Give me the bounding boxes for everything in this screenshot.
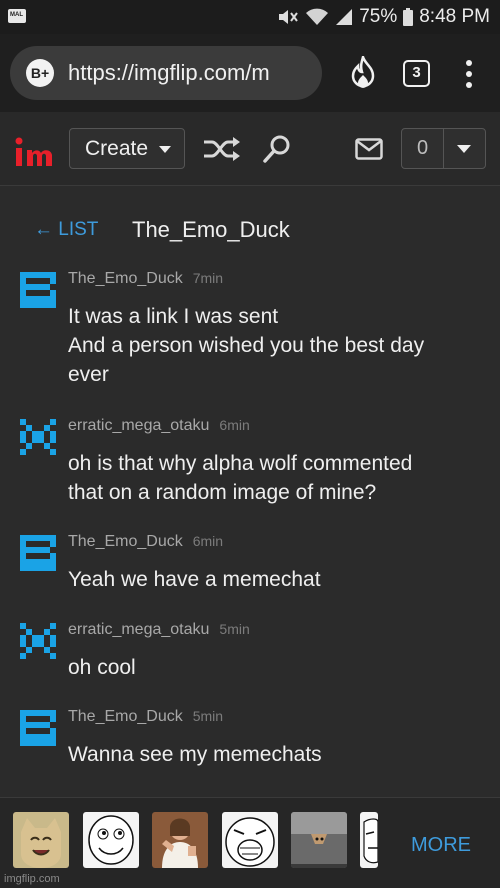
username[interactable]: The_Emo_Duck xyxy=(68,270,183,287)
message-text: oh is that why alpha wolf commented that… xyxy=(68,449,488,507)
happy-cat-thumb[interactable] xyxy=(13,812,69,868)
ceiling-cat-thumb[interactable] xyxy=(291,812,347,868)
signal-icon xyxy=(335,8,353,26)
timestamp: 7min xyxy=(192,270,224,286)
message-header: The_Emo_Duck 6min xyxy=(68,533,223,551)
username[interactable]: erratic_mega_otaku xyxy=(68,417,209,434)
message-header: erratic_mega_otaku 5min xyxy=(68,621,250,639)
imgflip-watermark: imgflip.com xyxy=(4,873,60,885)
imgflip-logo[interactable] xyxy=(14,136,54,168)
battery-percent: 75% xyxy=(359,6,398,27)
status-bar: MAL 75% 8:48 PM xyxy=(0,0,500,34)
message-line: And a person wished you the best day xyxy=(68,334,425,357)
notifications-dropdown[interactable]: 0 xyxy=(401,128,486,169)
message-line: oh is that why alpha wolf commented xyxy=(68,452,413,475)
message-header: The_Emo_Duck 7min xyxy=(68,270,223,288)
browser-toolbar: B+ https://imgflip.com/m 3 xyxy=(0,34,500,112)
timestamp: 6min xyxy=(192,533,224,549)
troll-face-thumb[interactable] xyxy=(360,812,378,868)
app-badge-text: MAL xyxy=(10,12,23,18)
mail-icon[interactable] xyxy=(355,138,383,160)
rage-face-thumb[interactable] xyxy=(83,812,139,868)
wifi-icon xyxy=(305,8,329,26)
message-text: Wanna see my memechats xyxy=(68,740,488,769)
buddy-christ-thumb[interactable] xyxy=(152,812,208,868)
avatar[interactable] xyxy=(20,623,56,659)
timestamp: 5min xyxy=(192,708,224,724)
create-dropdown-button[interactable]: Create xyxy=(69,128,185,169)
username[interactable]: The_Emo_Duck xyxy=(68,708,183,725)
chat-header: ← LIST The_Emo_Duck xyxy=(0,187,500,247)
shuffle-icon[interactable] xyxy=(203,136,241,162)
username[interactable]: erratic_mega_otaku xyxy=(68,621,209,638)
url-text[interactable]: https://imgflip.com/m xyxy=(68,60,270,86)
fire-icon[interactable] xyxy=(348,52,378,90)
message-line: oh cool xyxy=(68,656,136,679)
message-header: erratic_mega_otaku 6min xyxy=(68,417,250,435)
timestamp: 5min xyxy=(219,621,250,637)
caret-down-icon xyxy=(159,146,171,153)
username[interactable]: The_Emo_Duck xyxy=(68,533,183,550)
create-label: Create xyxy=(85,137,149,160)
url-bar[interactable]: B+ https://imgflip.com/m xyxy=(10,46,322,100)
tabs-icon[interactable]: 3 xyxy=(403,60,430,87)
avatar[interactable] xyxy=(20,419,56,455)
lol-face-thumb[interactable] xyxy=(222,812,278,868)
message-line: Yeah we have a memechat xyxy=(68,568,321,591)
app-notification-icon: MAL xyxy=(8,9,26,23)
browser-badge-icon[interactable]: B+ xyxy=(26,59,54,87)
more-memes-link[interactable]: MORE xyxy=(411,834,471,857)
search-icon[interactable] xyxy=(262,134,292,164)
message-header: The_Emo_Duck 5min xyxy=(68,708,223,726)
message-line: that on a random image of mine? xyxy=(68,481,377,504)
timestamp: 6min xyxy=(219,417,250,433)
avatar[interactable] xyxy=(20,710,56,746)
site-header: Create 0 xyxy=(0,112,500,186)
clock: 8:48 PM xyxy=(419,6,490,27)
message-line: ever xyxy=(68,363,109,386)
mute-icon xyxy=(277,8,299,26)
message-line: Wanna see my memechats xyxy=(68,743,322,766)
kebab-menu-icon[interactable] xyxy=(462,59,476,89)
chevron-down-icon[interactable] xyxy=(457,145,471,153)
avatar[interactable] xyxy=(20,535,56,571)
battery-icon xyxy=(403,8,414,26)
chat-title: The_Emo_Duck xyxy=(132,217,290,242)
message-line: It was a link I was sent xyxy=(68,305,279,328)
message-text: Yeah we have a memechat xyxy=(68,565,488,594)
notification-count[interactable]: 0 xyxy=(402,129,444,168)
message-text: It was a link I was sent And a person wi… xyxy=(68,302,488,389)
back-to-list-link[interactable]: ← LIST xyxy=(34,219,98,241)
message-text: oh cool xyxy=(68,653,488,682)
meme-template-strip: MORE imgflip.com xyxy=(0,797,500,888)
status-icons: 75% 8:48 PM xyxy=(277,6,490,28)
avatar[interactable] xyxy=(20,272,56,308)
